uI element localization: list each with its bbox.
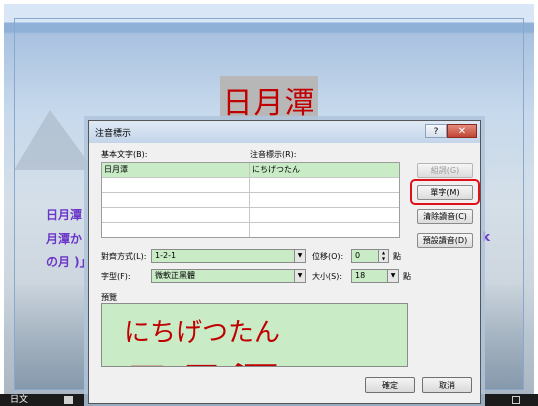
phonetic-grid: 日月潭 にちげつたん bbox=[101, 162, 400, 238]
phonetic-guide-dialog: 注音標示 ? ✕ 基本文字(B): 注音標示(R): 日月潭 にちげつたん 組詞… bbox=[88, 120, 481, 404]
font-label: 字型(F): bbox=[101, 272, 131, 281]
base-text-cell[interactable]: 日月潭 bbox=[102, 163, 250, 177]
base-text-cell[interactable] bbox=[102, 193, 250, 207]
size-unit: 點 bbox=[403, 272, 411, 281]
base-text-cell[interactable] bbox=[102, 178, 250, 192]
offset-label: 位移(O): bbox=[312, 252, 344, 261]
ruby-text-cell[interactable] bbox=[250, 223, 399, 237]
preview-label: 預覽 bbox=[101, 293, 117, 302]
grid-row bbox=[102, 223, 399, 238]
ruby-text-label: 注音標示(R): bbox=[250, 150, 297, 159]
group-button[interactable]: 組詞(G) bbox=[417, 163, 473, 178]
chevron-down-icon[interactable]: ▼ bbox=[387, 270, 398, 282]
offset-value: 0 bbox=[355, 251, 361, 260]
offset-unit: 點 bbox=[393, 252, 401, 261]
size-value: 18 bbox=[355, 271, 366, 280]
alignment-select[interactable]: 1-2-1 ▼ bbox=[151, 249, 306, 263]
preview-box: にちげつたん 日月潭 bbox=[101, 303, 408, 367]
reading-view-icon[interactable] bbox=[512, 396, 520, 404]
default-reading-button[interactable]: 預設讀音(D) bbox=[417, 233, 473, 248]
mono-button[interactable]: 單字(M) bbox=[417, 185, 473, 200]
ok-button[interactable]: 確定 bbox=[365, 377, 415, 393]
status-language[interactable]: 日文 bbox=[10, 394, 28, 406]
font-select[interactable]: 微軟正黑體 ▼ bbox=[151, 269, 306, 283]
grid-row: 日月潭 にちげつたん bbox=[102, 163, 399, 178]
offset-spinner[interactable]: 0 ▲ ▼ bbox=[351, 249, 389, 263]
size-select[interactable]: 18 ▼ bbox=[351, 269, 399, 283]
slide-text-line3: の月 )」 bbox=[46, 255, 92, 269]
font-value: 微軟正黑體 bbox=[155, 271, 195, 280]
help-button[interactable]: ? bbox=[425, 124, 447, 138]
base-text-cell[interactable] bbox=[102, 208, 250, 222]
grid-row bbox=[102, 193, 399, 208]
ruby-text-cell[interactable]: にちげつたん bbox=[250, 163, 399, 177]
grid-row bbox=[102, 208, 399, 223]
ruby-text-cell[interactable] bbox=[250, 178, 399, 192]
cancel-button[interactable]: 取消 bbox=[422, 377, 472, 393]
alignment-label: 對齊方式(L): bbox=[101, 252, 147, 261]
ruby-text-cell[interactable] bbox=[250, 208, 399, 222]
close-button[interactable]: ✕ bbox=[447, 124, 477, 138]
ruby-text-cell[interactable] bbox=[250, 193, 399, 207]
slide-text-line2: 月潭か bbox=[46, 232, 83, 246]
slide-text-right: k bbox=[482, 230, 490, 244]
dialog-titlebar[interactable]: 注音標示 ? ✕ bbox=[89, 121, 480, 143]
preview-ruby-text: にちげつたん bbox=[124, 318, 281, 348]
spin-down-icon[interactable]: ▼ bbox=[378, 256, 388, 262]
grid-row bbox=[102, 178, 399, 193]
calendar-icon[interactable] bbox=[64, 396, 73, 404]
slide-text-line1: 日月潭 bbox=[46, 208, 83, 222]
chevron-down-icon[interactable]: ▼ bbox=[294, 270, 305, 282]
base-text-label: 基本文字(B): bbox=[101, 150, 148, 159]
base-text-cell[interactable] bbox=[102, 223, 250, 237]
clear-reading-button[interactable]: 清除讀音(C) bbox=[417, 209, 473, 224]
slide-title[interactable]: 日月潭 bbox=[220, 78, 318, 122]
size-label: 大小(S): bbox=[312, 272, 343, 281]
dialog-title: 注音標示 bbox=[95, 129, 132, 139]
chevron-down-icon[interactable]: ▼ bbox=[294, 250, 305, 262]
preview-base-text: 日月潭 bbox=[124, 350, 286, 366]
alignment-value: 1-2-1 bbox=[155, 251, 177, 260]
